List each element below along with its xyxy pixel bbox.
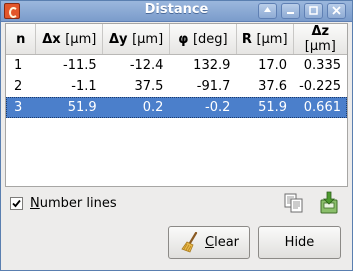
maximize-icon bbox=[309, 6, 318, 15]
shade-button[interactable] bbox=[258, 3, 277, 19]
cell-r: 51.9 bbox=[236, 97, 294, 118]
cell-n: 3 bbox=[6, 97, 36, 118]
column-header-n[interactable]: n bbox=[6, 24, 37, 55]
hide-button[interactable]: Hide bbox=[258, 226, 341, 259]
mnemonic-letter: C bbox=[205, 235, 215, 250]
cell-n: 1 bbox=[14, 58, 23, 73]
cell-r: 17.0 bbox=[258, 58, 288, 73]
label-rest: umber lines bbox=[39, 196, 117, 211]
column-unit: [µm] bbox=[132, 31, 164, 47]
column-symbol: Δx bbox=[42, 31, 61, 47]
cell-dy: 0.2 bbox=[102, 97, 170, 118]
column-unit: [µm] bbox=[304, 39, 336, 54]
cell-dz: 0.335 bbox=[303, 58, 341, 73]
column-header-phi[interactable]: φ [deg] bbox=[169, 24, 237, 55]
maximize-button[interactable] bbox=[304, 3, 323, 19]
cell-r: 37.6 bbox=[258, 79, 288, 94]
column-symbol: Δy bbox=[108, 31, 128, 47]
arrow-up-icon bbox=[264, 7, 271, 12]
close-button[interactable] bbox=[327, 3, 346, 19]
column-symbol: n bbox=[16, 31, 26, 47]
clear-label: Clear bbox=[205, 235, 239, 250]
minimize-icon bbox=[287, 12, 294, 14]
distance-table[interactable]: n Δx [µm] Δy [µm] φ [deg] R [µm] Δz [µm]… bbox=[5, 23, 348, 187]
title-bar[interactable]: Distance bbox=[1, 1, 352, 22]
mnemonic-letter: N bbox=[30, 196, 40, 211]
distance-window: Distance n Δx [µm] Δy [µm] φ [deg] R [µm… bbox=[0, 0, 353, 271]
column-header-dx[interactable]: Δx [µm] bbox=[35, 24, 104, 55]
checkmark-icon bbox=[12, 199, 21, 208]
close-icon bbox=[332, 6, 341, 15]
cell-dy: 37.5 bbox=[134, 79, 164, 94]
label-rest: lear bbox=[214, 235, 239, 250]
cell-dx: -11.5 bbox=[63, 58, 97, 73]
column-header-r[interactable]: R [µm] bbox=[236, 24, 294, 55]
clear-button[interactable]: Clear bbox=[168, 226, 250, 259]
cell-dz: -0.225 bbox=[299, 79, 341, 94]
column-symbol: R bbox=[241, 31, 252, 47]
table-row[interactable]: 2 -1.1 37.5 -91.7 37.6 -0.225 bbox=[6, 76, 347, 97]
number-lines-checkbox[interactable] bbox=[10, 197, 23, 210]
cell-phi: 132.9 bbox=[193, 58, 231, 73]
copy-icon bbox=[284, 193, 303, 213]
column-unit: [deg] bbox=[192, 31, 228, 47]
broom-icon bbox=[181, 232, 198, 253]
cell-phi: -0.2 bbox=[169, 97, 237, 118]
table-row[interactable]: 1 -11.5 -12.4 132.9 17.0 0.335 bbox=[6, 55, 347, 77]
cell-phi: -91.7 bbox=[196, 79, 231, 94]
table-header: n Δx [µm] Δy [µm] φ [deg] R [µm] Δz [µm] bbox=[6, 24, 347, 55]
number-lines-label[interactable]: Number lines bbox=[30, 196, 117, 211]
column-symbol: φ bbox=[178, 31, 189, 47]
cell-n: 2 bbox=[14, 79, 23, 94]
cell-dz: 0.661 bbox=[293, 97, 347, 118]
cell-dx: -1.1 bbox=[71, 79, 97, 94]
column-unit: [µm] bbox=[65, 31, 97, 47]
minimize-button[interactable] bbox=[281, 3, 300, 19]
column-symbol: Δz bbox=[311, 24, 330, 39]
column-header-dy[interactable]: Δy [µm] bbox=[102, 24, 170, 55]
column-header-dz[interactable]: Δz [µm] bbox=[293, 24, 347, 55]
hide-label: Hide bbox=[284, 235, 315, 250]
copy-button[interactable] bbox=[283, 192, 305, 214]
save-icon bbox=[320, 191, 338, 214]
cell-dx: 51.9 bbox=[35, 97, 103, 118]
table-row-selected[interactable]: 3 51.9 0.2 -0.2 51.9 0.661 bbox=[6, 97, 347, 118]
save-button[interactable] bbox=[318, 191, 340, 214]
column-unit: [µm] bbox=[256, 31, 288, 47]
cell-dy: -12.4 bbox=[129, 58, 164, 73]
